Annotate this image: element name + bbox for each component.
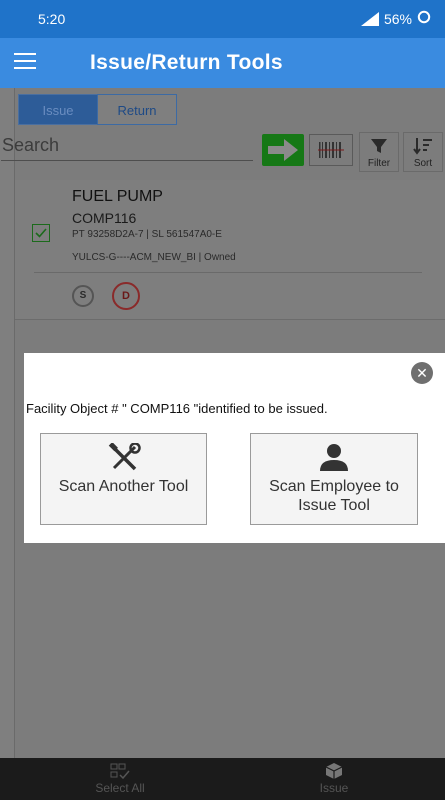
dialog-message: Facility Object # " COMP116 "identified … xyxy=(26,401,328,416)
item-part-serial: PT 93258D2A-7 | SL 561547A0-E xyxy=(72,229,222,240)
hamburger-menu-icon[interactable] xyxy=(14,53,36,71)
arrow-right-icon xyxy=(268,139,298,161)
signal-icon xyxy=(360,11,379,26)
battery-icon xyxy=(417,10,431,27)
status-time: 5:20 xyxy=(38,11,66,27)
item-name: FUEL PUMP xyxy=(72,188,163,205)
scan-employee-label: Scan Employee to Issue Tool xyxy=(269,478,399,514)
filter-button[interactable]: Filter xyxy=(359,132,399,172)
issue-label: Issue xyxy=(319,781,349,795)
battery-percent: 56% xyxy=(383,10,412,27)
checkmark-icon xyxy=(35,228,47,238)
search-input[interactable]: Search xyxy=(1,135,253,161)
search-row: Search Filter Sort xyxy=(1,132,445,174)
confirmation-dialog: ✕ Facility Object # " COMP116 "identifie… xyxy=(24,353,445,543)
person-icon xyxy=(251,443,417,471)
filter-label: Filter xyxy=(367,158,391,169)
phone-screen: 5:20 56% Issue/Return Tools Issue Return… xyxy=(0,0,445,800)
select-all-label: Select All xyxy=(95,781,145,795)
filter-icon xyxy=(360,137,398,158)
scan-employee-button[interactable]: Scan Employee to Issue Tool xyxy=(250,433,418,525)
sort-label: Sort xyxy=(413,158,433,169)
scan-another-tool-label: Scan Another Tool xyxy=(58,478,189,495)
item-checkbox[interactable] xyxy=(32,224,50,242)
barcode-icon xyxy=(318,142,344,158)
tab-bar: Issue Return xyxy=(18,94,177,125)
select-all-button[interactable]: Select All xyxy=(84,761,156,795)
item-divider xyxy=(34,272,422,273)
item-location: YULCS-G----ACM_NEW_BI | Owned xyxy=(72,252,236,263)
bottom-nav: Select All Issue xyxy=(0,758,445,800)
status-bar: 5:20 56% xyxy=(0,0,445,38)
app-bar: Issue/Return Tools xyxy=(0,38,445,88)
select-all-icon xyxy=(84,761,156,781)
barcode-scan-button[interactable] xyxy=(309,134,353,166)
go-button[interactable] xyxy=(262,134,304,166)
item-code: COMP116 xyxy=(72,210,137,226)
list-item[interactable]: FUEL PUMP COMP116 PT 93258D2A-7 | SL 561… xyxy=(15,180,445,320)
tab-issue[interactable]: Issue xyxy=(18,94,98,125)
scan-another-tool-button[interactable]: Scan Another Tool xyxy=(40,433,207,525)
sort-icon xyxy=(404,137,442,158)
issue-button[interactable]: Issue xyxy=(309,761,359,795)
close-icon[interactable]: ✕ xyxy=(411,362,433,384)
status-badge-s[interactable]: S xyxy=(72,285,94,307)
status-badge-d[interactable]: D xyxy=(112,282,140,310)
tools-icon xyxy=(41,443,206,471)
tab-return[interactable]: Return xyxy=(97,94,177,125)
box-icon xyxy=(309,761,359,781)
sort-button[interactable]: Sort xyxy=(403,132,443,172)
page-title: Issue/Return Tools xyxy=(90,51,283,74)
status-right: 56% xyxy=(360,10,431,27)
